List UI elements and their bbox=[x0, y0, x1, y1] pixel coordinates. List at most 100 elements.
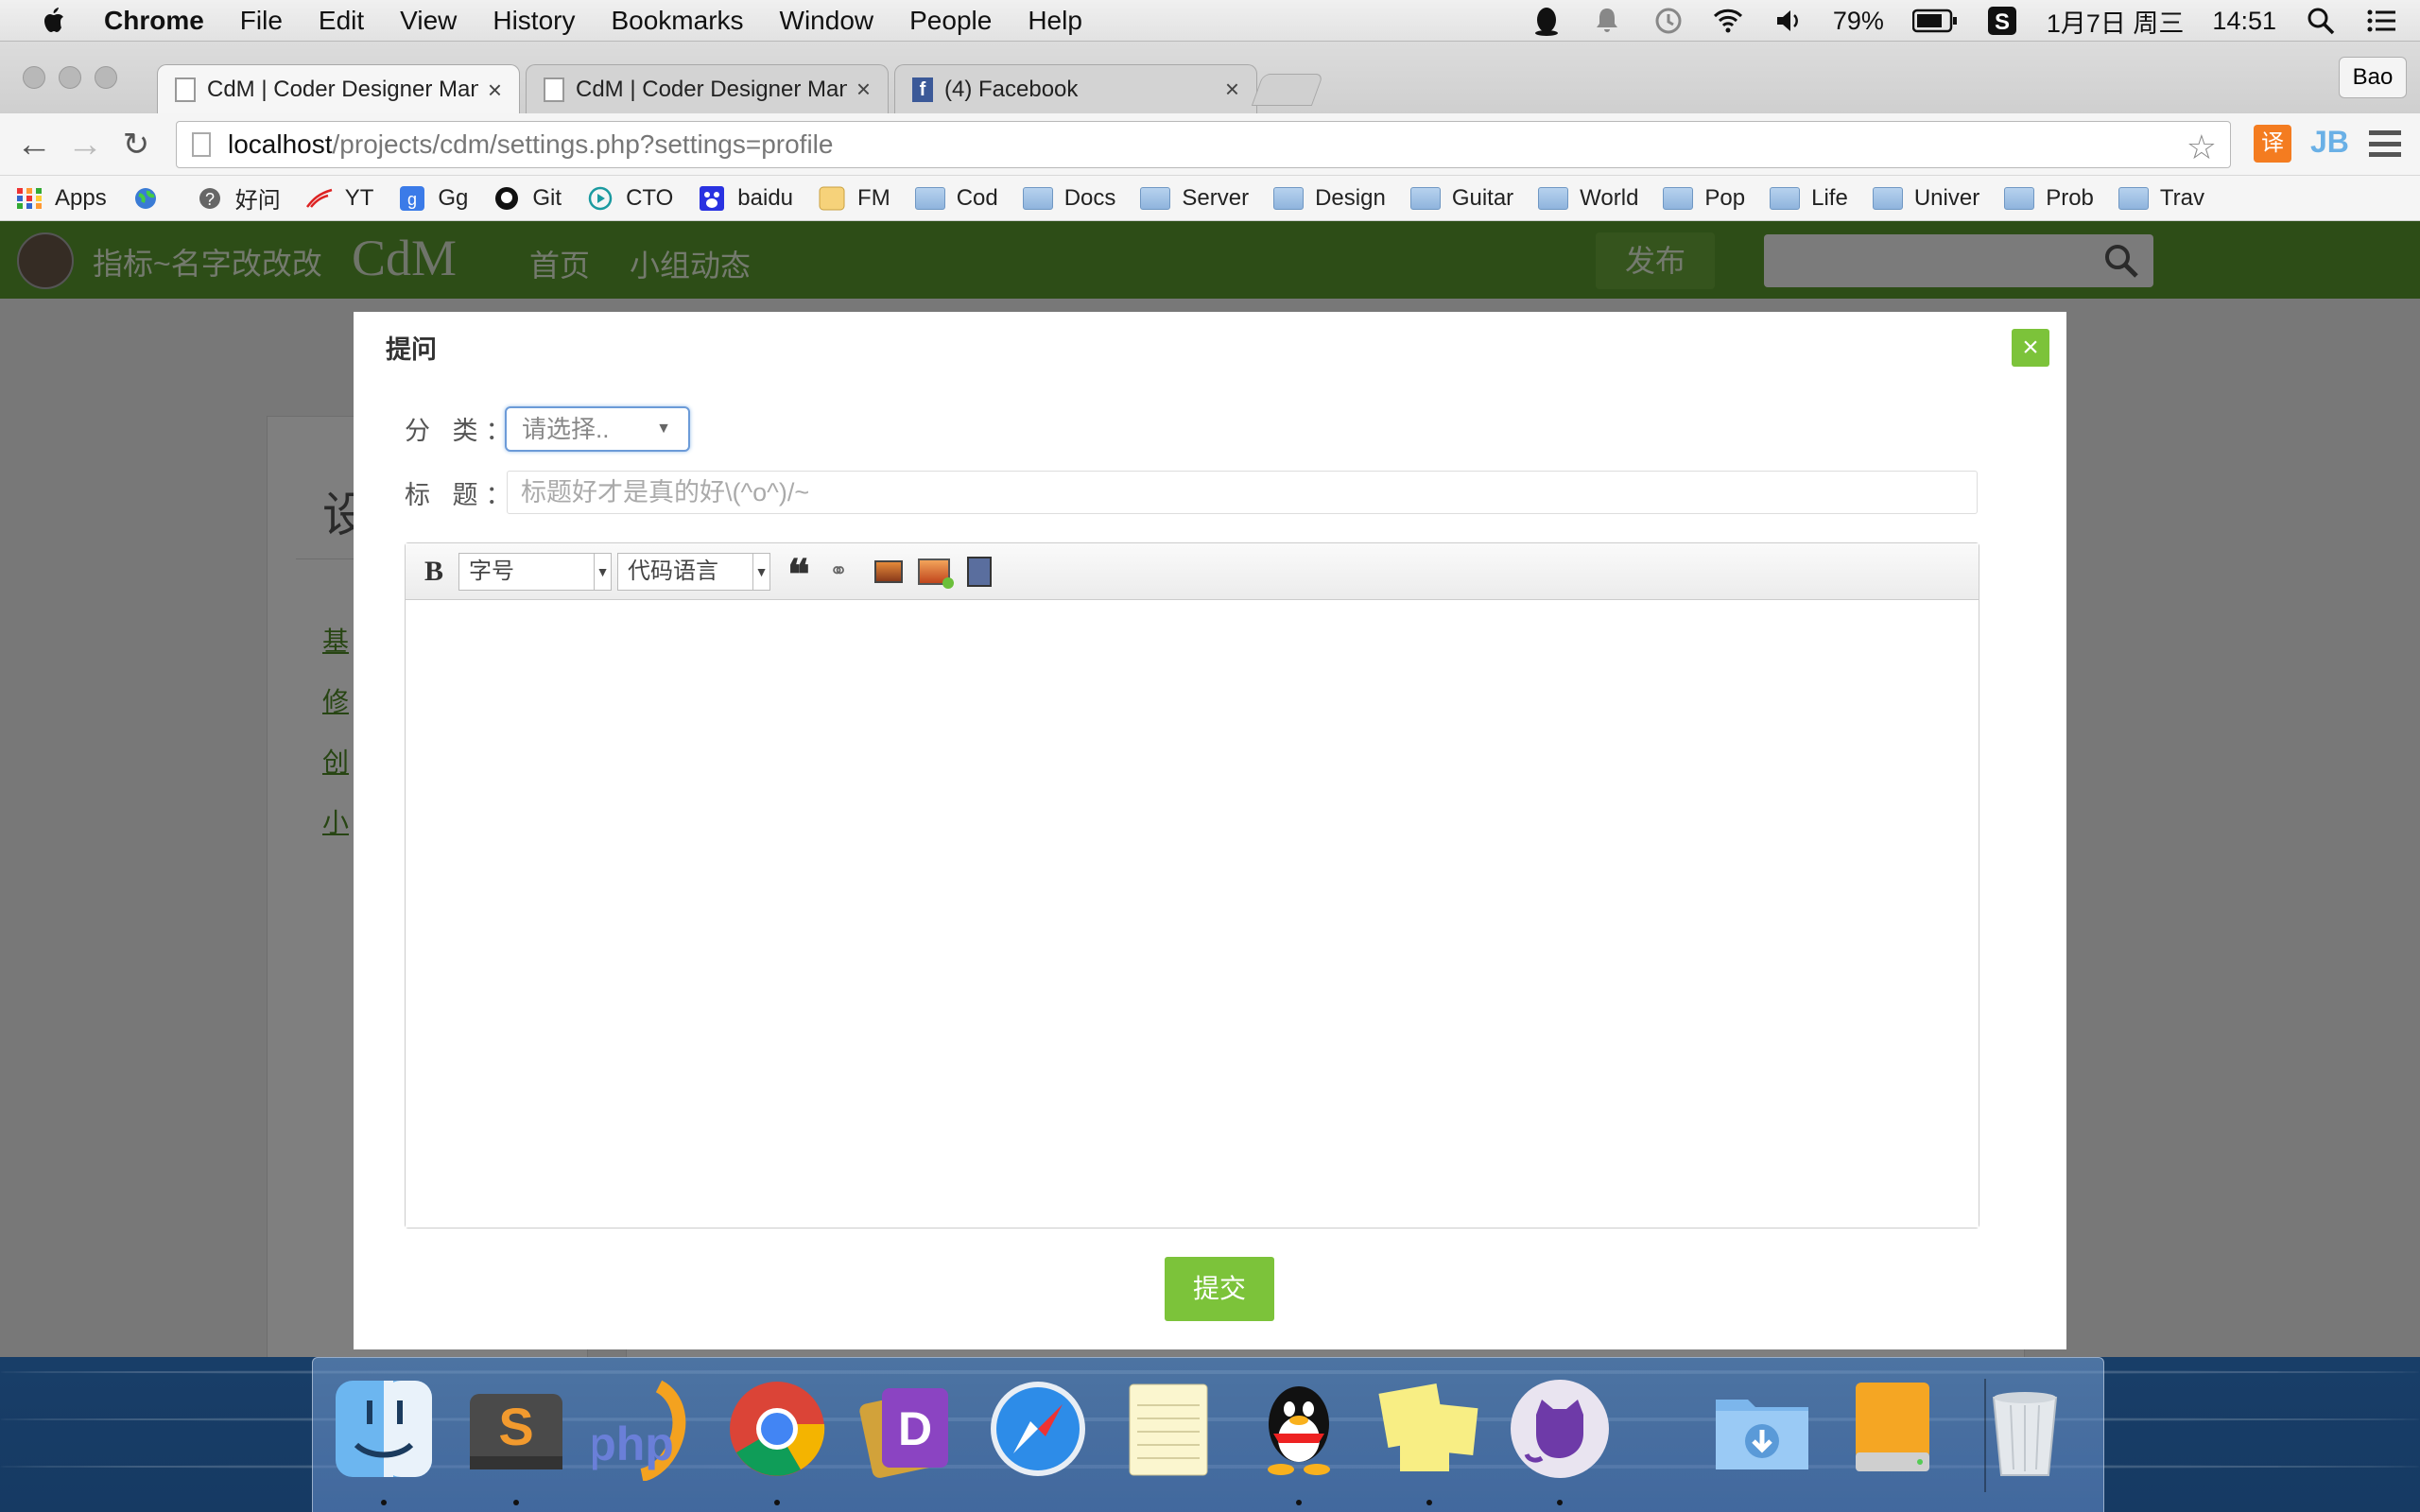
bookmark-folder-life[interactable]: Life bbox=[1770, 185, 1848, 212]
bookmark-haowen[interactable]: ? 好问 bbox=[196, 181, 281, 215]
bookmark-folder-cod[interactable]: Cod bbox=[914, 185, 998, 212]
bookmark-yt[interactable]: YT bbox=[305, 185, 373, 212]
menu-people[interactable]: People bbox=[909, 6, 992, 36]
folder-icon bbox=[914, 186, 945, 210]
phpstorm-icon[interactable]: php bbox=[593, 1377, 697, 1481]
qq-icon[interactable] bbox=[1530, 5, 1563, 37]
finder-icon[interactable] bbox=[332, 1377, 436, 1481]
svg-text:S: S bbox=[1995, 9, 2010, 35]
bookmark-folder-prob[interactable]: Prob bbox=[2004, 185, 2094, 212]
external-drive-icon[interactable] bbox=[1841, 1377, 1945, 1481]
bookmark-label: Guitar bbox=[1451, 184, 1514, 211]
notes-icon[interactable] bbox=[1116, 1377, 1220, 1481]
bookmark-folder-world[interactable]: World bbox=[1538, 185, 1638, 212]
menu-file[interactable]: File bbox=[240, 6, 283, 36]
time-machine-icon[interactable] bbox=[1651, 5, 1684, 37]
cto-icon bbox=[588, 186, 613, 210]
menu-edit[interactable]: Edit bbox=[319, 6, 364, 36]
bookmark-folder-univer[interactable]: Univer bbox=[1872, 185, 1979, 212]
bookmark-folder-server[interactable]: Server bbox=[1140, 185, 1249, 212]
link-icon[interactable]: ⚭ bbox=[829, 553, 861, 591]
bookmark-fm[interactable]: FM bbox=[818, 185, 890, 212]
bookmark-gg[interactable]: g Gg bbox=[398, 185, 468, 212]
title-input[interactable]: 标题好才是真的好\(^o^)/~ bbox=[507, 471, 1978, 514]
question-icon: ? bbox=[199, 187, 220, 209]
wifi-icon[interactable] bbox=[1712, 5, 1744, 37]
modal-title: 提问 bbox=[386, 335, 437, 364]
bookmark-folder-guitar[interactable]: Guitar bbox=[1409, 184, 1514, 212]
reload-icon[interactable]: ↻ bbox=[115, 125, 157, 166]
profile-button[interactable]: Bao bbox=[2339, 57, 2407, 98]
bookmark-folder-pop[interactable]: Pop bbox=[1663, 185, 1745, 212]
spotlight-icon[interactable] bbox=[2305, 5, 2337, 37]
tab-facebook[interactable]: f (4) Facebook × bbox=[894, 64, 1257, 113]
bookmark-label: World bbox=[1580, 184, 1639, 211]
bookmark-folder-trav[interactable]: Trav bbox=[2118, 185, 2204, 212]
jetbrains-extension-icon[interactable]: JB bbox=[2310, 125, 2349, 163]
translate-extension-icon[interactable]: 译 bbox=[2254, 125, 2291, 163]
window-close-button[interactable] bbox=[23, 66, 45, 89]
font-size-dropdown[interactable]: 字号 ▼ bbox=[458, 553, 612, 591]
notification-icon[interactable] bbox=[1591, 5, 1623, 37]
code-language-dropdown[interactable]: 代码语言 ▼ bbox=[617, 553, 770, 591]
tab-cdm-active[interactable]: CdM | Coder Designer Man × bbox=[157, 64, 520, 114]
address-bar[interactable]: localhost/projects/cdm/settings.php?sett… bbox=[176, 121, 2231, 168]
baidu-paw-icon bbox=[700, 185, 725, 211]
menu-window[interactable]: Window bbox=[780, 6, 874, 36]
category-select[interactable]: 请选择.. ▼ bbox=[505, 406, 690, 452]
tab-strip: CdM | Coder Designer Man × CdM | Coder D… bbox=[0, 42, 2420, 114]
menu-view[interactable]: View bbox=[400, 6, 457, 36]
safari-icon[interactable] bbox=[986, 1377, 1090, 1481]
bold-icon[interactable]: B bbox=[424, 553, 443, 591]
quote-icon[interactable]: ❝ bbox=[787, 553, 810, 598]
editor-body[interactable] bbox=[406, 600, 1979, 1228]
category-select-value: 请选择.. bbox=[522, 415, 610, 443]
menu-bookmarks[interactable]: Bookmarks bbox=[611, 6, 743, 36]
yt-icon bbox=[305, 188, 333, 208]
bookmark-star-icon[interactable]: ☆ bbox=[2187, 128, 2217, 167]
bookmark-folder-design[interactable]: Design bbox=[1273, 185, 1386, 212]
submit-button[interactable]: 提交 bbox=[1165, 1257, 1274, 1321]
bookmark-apps[interactable]: Apps bbox=[15, 185, 107, 212]
notification-center-icon[interactable] bbox=[2365, 5, 2397, 37]
stickies-icon[interactable] bbox=[1377, 1377, 1481, 1481]
sogou-icon[interactable]: S bbox=[1986, 5, 2018, 37]
github-icon[interactable] bbox=[1508, 1377, 1612, 1481]
volume-icon[interactable] bbox=[1772, 5, 1805, 37]
chrome-icon[interactable] bbox=[725, 1377, 829, 1481]
apple-icon[interactable] bbox=[38, 4, 72, 38]
dash-icon[interactable]: D bbox=[856, 1377, 959, 1481]
tab-close-icon[interactable]: × bbox=[1225, 75, 1239, 104]
running-indicator bbox=[1426, 1500, 1432, 1505]
trash-icon[interactable] bbox=[1973, 1377, 2077, 1481]
bookmark-folder-docs[interactable]: Docs bbox=[1022, 185, 1115, 212]
video-icon[interactable] bbox=[967, 557, 992, 587]
tab-close-icon[interactable]: × bbox=[488, 76, 502, 105]
menu-app-chrome[interactable]: Chrome bbox=[104, 6, 204, 36]
window-minimize-button[interactable] bbox=[59, 66, 81, 89]
window-zoom-button[interactable] bbox=[95, 66, 117, 89]
back-arrow-icon[interactable]: ← bbox=[13, 125, 55, 166]
new-tab-button[interactable] bbox=[1251, 74, 1324, 106]
close-icon[interactable]: × bbox=[2012, 329, 2049, 367]
battery-icon[interactable] bbox=[1911, 9, 1958, 33]
forward-arrow-icon[interactable]: → bbox=[64, 125, 106, 166]
bookmark-globe[interactable] bbox=[131, 186, 171, 211]
image-icon[interactable] bbox=[874, 560, 903, 583]
bookmark-label: 好问 bbox=[234, 188, 281, 214]
tab-cdm[interactable]: CdM | Coder Designer Man × bbox=[526, 64, 889, 113]
chrome-menu-icon[interactable] bbox=[2369, 130, 2401, 157]
sublime-text-icon[interactable]: S bbox=[464, 1377, 568, 1481]
menubar-time[interactable]: 14:51 bbox=[2212, 7, 2276, 36]
menu-help[interactable]: Help bbox=[1028, 6, 1082, 36]
bookmark-cto[interactable]: CTO bbox=[586, 185, 673, 212]
tab-close-icon[interactable]: × bbox=[856, 75, 871, 104]
apps-grid-icon bbox=[17, 187, 42, 209]
bookmark-git[interactable]: Git bbox=[493, 185, 562, 212]
bookmark-baidu[interactable]: baidu bbox=[698, 185, 793, 212]
qq-icon[interactable] bbox=[1247, 1377, 1351, 1481]
menu-history[interactable]: History bbox=[493, 6, 575, 36]
add-image-icon[interactable] bbox=[918, 558, 954, 589]
dock: S php D bbox=[312, 1357, 2104, 1512]
downloads-folder-icon[interactable] bbox=[1710, 1377, 1814, 1481]
